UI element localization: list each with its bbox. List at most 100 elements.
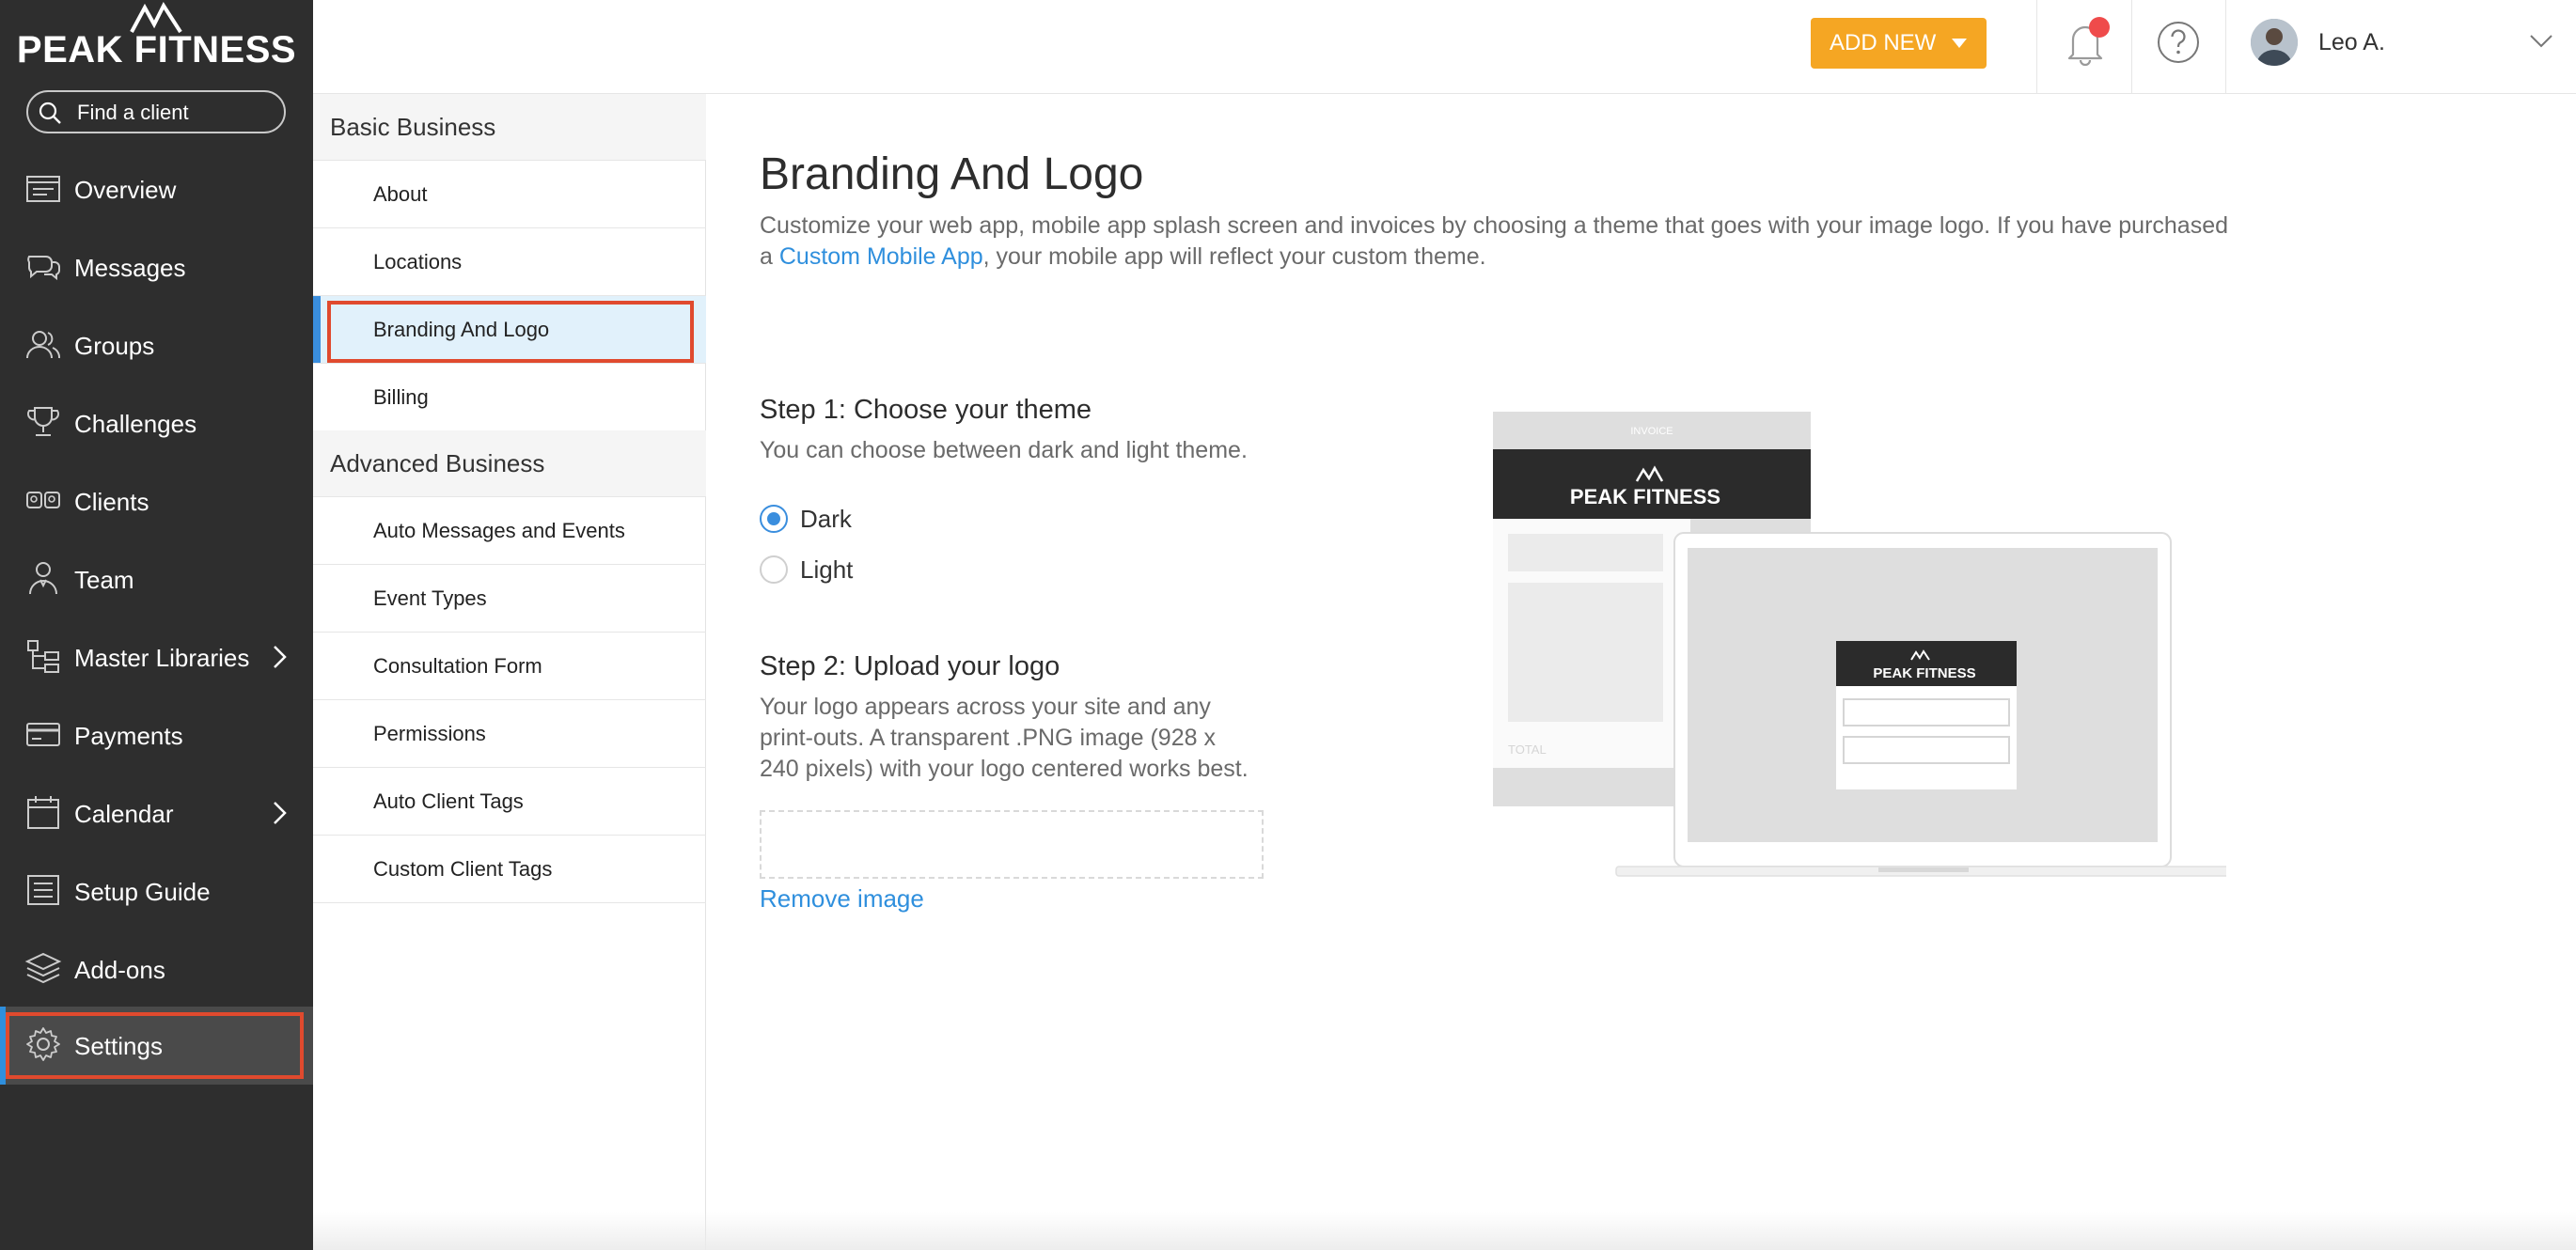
step2-description: Your logo appears across your site and a… [760,692,1249,785]
nav-item-setup-guide[interactable]: Setup Guide [0,852,313,930]
remove-image-link[interactable]: Remove image [760,884,924,914]
search-icon [39,102,61,124]
step2-description-line: 240 pixels) with your logo centered work… [760,756,1249,782]
subnav-item-consultation-form[interactable]: Consultation Form [313,633,706,700]
branding-content: Branding And Logo Customize your web app… [707,94,2576,1250]
nav-item-team[interactable]: Team [0,540,313,618]
setup-guide-icon [27,875,59,905]
divider [2225,0,2226,94]
bottom-shadow [313,1212,2576,1250]
chevron-down-icon[interactable] [2529,34,2553,49]
logo-upload-dropzone[interactable] [760,810,1264,879]
step2-description-line: print-outs. A transparent .PNG image (92… [760,725,1216,751]
section-header-basic: Basic Business [313,94,706,161]
caret-down-icon [1952,39,1967,48]
step1-description: You can choose between dark and light th… [760,437,1248,463]
nav-label: Challenges [74,410,197,438]
find-client-search[interactable]: Find a client [26,90,286,133]
payments-icon [26,723,60,746]
subnav-label: Auto Client Tags [373,789,524,813]
subnav-item-custom-client-tags[interactable]: Custom Client Tags [313,836,706,903]
nav-item-payments[interactable]: Payments [0,696,313,774]
description-text: , your mobile app will reflect your cust… [982,243,1486,270]
chevron-right-icon [274,646,287,668]
chevron-right-icon [274,802,287,824]
subnav-label: Permissions [373,722,486,745]
subnav-item-event-types[interactable]: Event Types [313,565,706,633]
page-description: Customize your web app, mobile app splas… [760,211,2236,273]
invoice-total-label: TOTAL [1508,742,1547,757]
help-icon[interactable] [2157,21,2200,64]
nav-label: Add-ons [74,956,165,984]
step2-description-line: Your logo appears across your site and a… [760,694,1211,720]
subnav-item-billing[interactable]: Billing [313,364,706,431]
nav-item-messages[interactable]: Messages [0,228,313,306]
laptop-preview: PEAK FITNESS [1615,532,2226,877]
divider [2131,0,2132,94]
top-bar [313,0,2576,94]
search-placeholder: Find a client [77,101,189,124]
avatar[interactable] [2251,19,2298,66]
subnav-label: Branding And Logo [373,318,550,341]
subnav-label: Locations [373,250,463,273]
user-avatar-icon [2251,19,2298,66]
theme-radio-label[interactable]: Dark [800,505,852,534]
section-header-advanced: Advanced Business [313,430,706,497]
page-title: Branding And Logo [760,149,1144,199]
subnav-label: Billing [373,385,429,409]
subnav-item-about[interactable]: About [313,161,706,228]
subnav-item-auto-client-tags[interactable]: Auto Client Tags [313,768,706,836]
groups-icon [26,331,61,359]
libraries-icon [27,640,59,673]
calendar-icon [27,796,59,829]
laptop-brand: PEAK FITNESS [1873,665,1975,681]
nav-item-challenges[interactable]: Challenges [0,384,313,462]
nav-label: Calendar [74,800,174,828]
messages-icon [27,256,60,281]
subnav-label: Event Types [373,586,487,610]
user-name[interactable]: Leo A. [2318,29,2385,56]
nav-item-master-libraries[interactable]: Master Libraries [0,618,313,696]
subnav-label: Auto Messages and Events [373,519,625,542]
step2-title: Step 2: Upload your logo [760,651,1060,681]
notification-badge [2089,17,2110,38]
add-new-label: ADD NEW [1830,30,1937,55]
trophy-icon [26,407,60,436]
nav-label: Messages [74,254,186,282]
theme-radio-dark[interactable] [760,505,788,533]
custom-mobile-app-link[interactable]: Custom Mobile App [779,243,983,270]
invoice-label: INVOICE [1630,426,1673,437]
nav-item-groups[interactable]: Groups [0,306,313,384]
brand-logo[interactable]: PEAK FITNESS [0,0,313,85]
subnav-item-locations[interactable]: Locations [313,228,706,296]
subnav-item-branding-and-logo[interactable]: Branding And Logo [313,296,706,364]
section-header-label: Basic Business [330,113,496,141]
subnav-label: Custom Client Tags [373,857,553,881]
theme-radio-label[interactable]: Light [800,555,853,585]
clients-icon [26,492,60,508]
gear-icon [26,1027,60,1061]
settings-subnav: Basic Business About Locations Branding … [313,94,706,1250]
add-new-button[interactable]: ADD NEW [1811,18,1987,69]
team-icon [29,562,57,595]
layers-icon [24,952,62,984]
subnav-label: About [373,182,428,206]
divider [2036,0,2037,94]
nav-label: Groups [74,332,155,360]
nav-item-overview[interactable]: Overview [0,150,313,228]
nav-item-calendar[interactable]: Calendar [0,774,313,852]
theme-radio-light[interactable] [760,555,788,584]
nav-item-add-ons[interactable]: Add-ons [0,930,313,1008]
brand-name: PEAK FITNESS [16,29,297,70]
nav-label: Settings [74,1032,163,1060]
nav-item-clients[interactable]: Clients [0,462,313,540]
subnav-label: Consultation Form [373,654,542,678]
nav-label: Team [74,566,134,594]
nav-item-settings[interactable]: Settings [0,1007,313,1085]
nav-label: Setup Guide [74,878,211,906]
main-sidebar: PEAK FITNESS Find a client Overview Mess… [0,0,313,1250]
overview-icon [26,176,60,202]
subnav-item-auto-messages[interactable]: Auto Messages and Events [313,497,706,565]
subnav-item-permissions[interactable]: Permissions [313,700,706,768]
nav-label: Master Libraries [74,644,250,672]
